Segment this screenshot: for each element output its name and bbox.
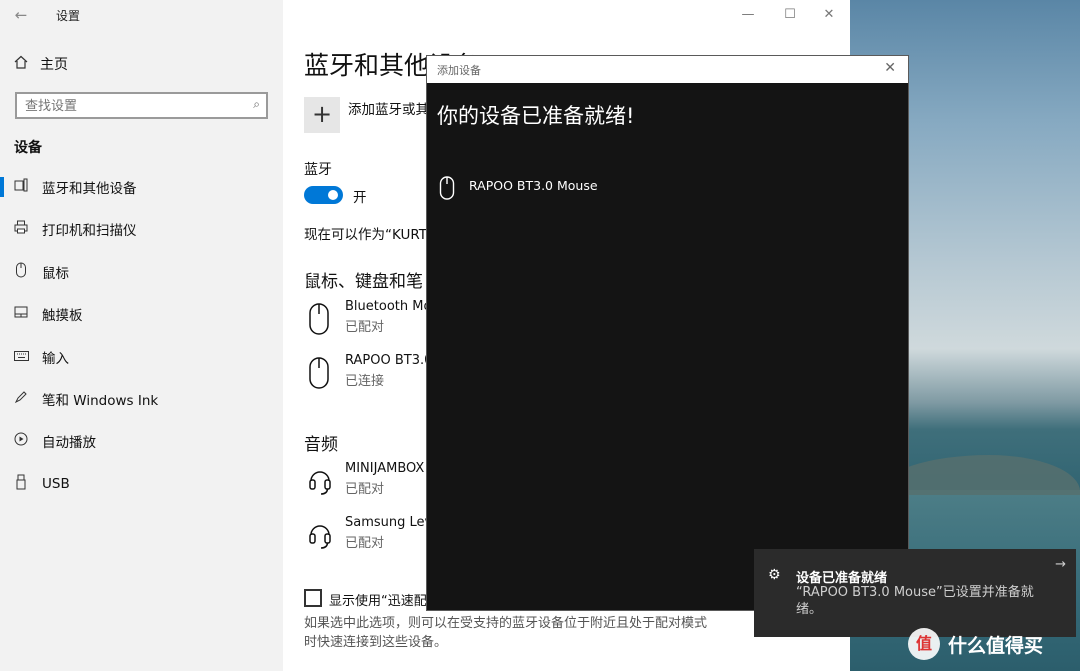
nav-home-label: 主页 — [40, 57, 68, 73]
add-device-dialog: 添加设备 ✕ 你的设备已准备就绪! RAPOO BT3.0 Mouse — [426, 55, 909, 611]
plus-icon: + — [311, 100, 333, 128]
home-icon — [14, 55, 28, 73]
sidebar-item-label: 打印机和扫描仪 — [42, 223, 137, 239]
touchpad-icon — [0, 306, 42, 322]
sidebar-item-label: 触摸板 — [42, 308, 83, 324]
dialog-title: 添加设备 — [437, 64, 481, 77]
sidebar-section-label: 设备 — [14, 140, 42, 156]
sidebar-item-label: 蓝牙和其他设备 — [42, 181, 137, 197]
watermark: 值 什么值得买 — [908, 627, 1043, 661]
section-heading-input: 鼠标、键盘和笔 — [304, 272, 423, 292]
swift-pair-label[interactable]: 显示使用“迅速配 — [329, 590, 427, 609]
device-item-bluetooth-mouse[interactable]: Bluetooth Mo 已配对 — [304, 299, 444, 339]
mouse-icon — [0, 262, 42, 282]
device-status: 已配对 — [345, 320, 385, 335]
sidebar-item-touchpad[interactable]: 触摸板 — [0, 300, 283, 328]
bluetooth-devices-icon — [0, 178, 42, 196]
search-input[interactable] — [25, 97, 235, 115]
sidebar-item-pen[interactable]: 笔和 Windows Ink — [0, 385, 283, 413]
sidebar-item-label: 笔和 Windows Ink — [42, 393, 159, 409]
swift-pair-description: 如果选中此选项，则可以在受支持的蓝牙设备位于附近且处于配对模式时快速连接到这些设… — [304, 616, 708, 650]
device-name: Bluetooth Mo — [345, 299, 432, 314]
sidebar-item-label: 鼠标 — [42, 266, 69, 282]
section-heading-audio: 音频 — [304, 435, 338, 455]
dialog-close-button[interactable]: ✕ — [884, 60, 896, 76]
search-box[interactable]: ⌕ — [15, 92, 268, 119]
usb-icon — [0, 474, 42, 494]
app-title: 设置 — [56, 9, 81, 23]
toggle-knob — [328, 190, 338, 200]
sidebar-item-mouse[interactable]: 鼠标 — [0, 258, 283, 286]
printer-icon — [0, 220, 42, 238]
arrow-right-icon[interactable]: → — [1055, 557, 1066, 572]
headset-icon — [308, 519, 331, 551]
mouse-icon — [439, 176, 455, 200]
search-icon: ⌕ — [253, 97, 260, 111]
device-status: 已配对 — [345, 536, 385, 551]
dialog-title-bar: 添加设备 ✕ — [427, 56, 908, 83]
wallpaper-island — [880, 455, 1080, 495]
sidebar-item-label: 输入 — [42, 351, 69, 367]
headset-icon — [308, 465, 331, 497]
toast-body: “RAPOO BT3.0 Mouse”已设置并准备就绪。 — [796, 585, 1034, 617]
sidebar-item-label: USB — [42, 476, 70, 492]
mouse-icon — [308, 357, 330, 389]
dialog-device-item[interactable]: RAPOO BT3.0 Mouse — [439, 176, 739, 200]
sidebar-item-autoplay[interactable]: 自动播放 — [0, 427, 283, 455]
device-item-samsung-level[interactable]: Samsung Leve 已配对 — [304, 515, 444, 555]
sidebar-item-bluetooth[interactable]: 蓝牙和其他设备 — [0, 173, 283, 201]
sidebar-item-usb[interactable]: USB — [0, 470, 283, 498]
mouse-icon — [308, 303, 330, 335]
dialog-device-name: RAPOO BT3.0 Mouse — [469, 178, 598, 193]
watermark-text: 什么值得买 — [948, 634, 1044, 657]
toast-notification[interactable]: ⚙ 设备已准备就绪 “RAPOO BT3.0 Mouse”已设置并准备就绪。 → — [754, 549, 1076, 637]
device-item-rapoo-mouse[interactable]: RAPOO BT3.0 已连接 — [304, 353, 444, 393]
add-device-button[interactable]: + — [304, 97, 340, 133]
device-status: 已连接 — [345, 374, 385, 389]
device-name: MINIJAMBOX — [345, 461, 425, 476]
back-button[interactable]: ← — [10, 4, 32, 26]
back-arrow-icon: ← — [14, 6, 28, 24]
nav-home[interactable]: 主页 — [14, 54, 68, 74]
gear-icon: ⚙ — [768, 567, 781, 583]
bluetooth-label: 蓝牙 — [304, 162, 332, 178]
discoverable-text: 现在可以作为“KURT- — [304, 227, 431, 243]
sidebar-item-label: 自动播放 — [42, 435, 96, 451]
bluetooth-state-label: 开 — [353, 190, 367, 206]
dialog-heading: 你的设备已准备就绪! — [437, 104, 635, 128]
bluetooth-toggle[interactable] — [304, 186, 343, 204]
autoplay-icon — [0, 432, 42, 450]
keyboard-icon — [0, 349, 42, 365]
device-name: RAPOO BT3.0 — [345, 353, 433, 368]
device-item-minijambox[interactable]: MINIJAMBOX 已配对 — [304, 461, 444, 501]
device-status: 已配对 — [345, 482, 385, 497]
pen-icon — [0, 390, 42, 408]
swift-pair-checkbox[interactable] — [304, 589, 322, 607]
watermark-logo: 值 — [908, 628, 940, 660]
sidebar-item-typing[interactable]: 输入 — [0, 343, 283, 371]
sidebar-item-printers[interactable]: 打印机和扫描仪 — [0, 215, 283, 243]
